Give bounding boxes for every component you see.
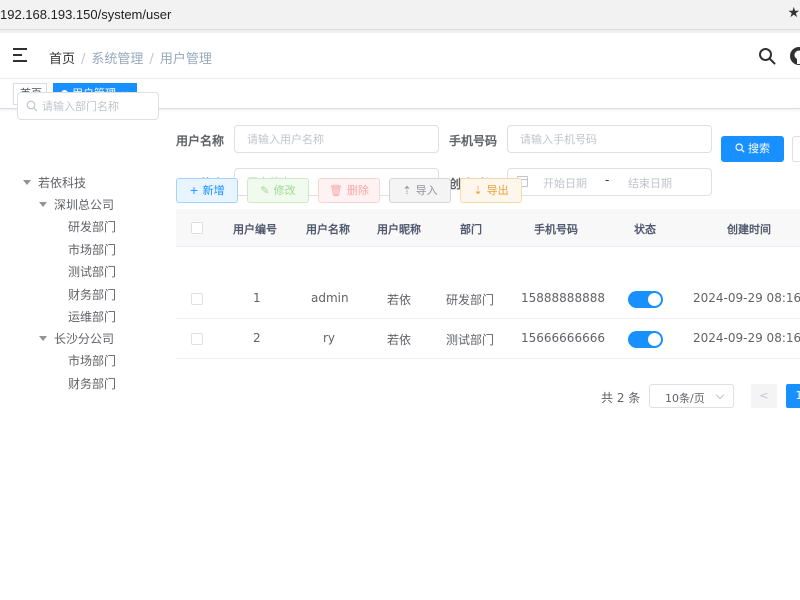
table-row: 2 ry 若依 测试部门 15666666666 2024-09-29 08:1… — [176, 319, 800, 359]
cell-user-id: 1 — [253, 291, 261, 305]
tree-node-leaf[interactable]: 市场部门 — [68, 352, 116, 369]
page-current[interactable]: 1 — [786, 384, 800, 408]
status-toggle[interactable] — [628, 331, 663, 348]
search-icon — [735, 143, 745, 153]
cell-username: ry — [323, 331, 336, 345]
page-size-select[interactable]: 10条/页 — [649, 384, 734, 408]
tree-node-leaf[interactable]: 市场部门 — [68, 241, 116, 258]
export-button[interactable]: ⇣ 导出 — [460, 178, 522, 203]
cell-created: 2024-09-29 08:16:43 — [693, 291, 800, 305]
username-field[interactable] — [247, 131, 432, 147]
caret-down-icon[interactable] — [23, 180, 31, 185]
col-dept: 部门 — [460, 223, 482, 236]
col-status: 状态 — [634, 223, 656, 236]
github-icon[interactable] — [789, 46, 800, 66]
date-end[interactable]: 结束日期 — [628, 175, 672, 191]
edit-icon: ✎ — [260, 184, 270, 197]
tree-node-changsha[interactable]: 长沙分公司 — [39, 330, 114, 347]
table-row: 1 admin 若依 研发部门 15888888888 2024-09-29 0… — [176, 279, 800, 319]
phone-input[interactable] — [507, 125, 712, 153]
breadcrumb-home[interactable]: 首页 — [49, 52, 75, 67]
date-start[interactable]: 开始日期 — [543, 175, 587, 191]
tree-node-leaf[interactable]: 测试部门 — [68, 263, 116, 280]
phone-field[interactable] — [520, 131, 705, 147]
tree-node-leaf[interactable]: 运维部门 — [68, 308, 116, 325]
breadcrumb: 首页 / 系统管理 / 用户管理 — [49, 52, 212, 67]
select-all-checkbox[interactable] — [191, 222, 203, 234]
table-header: 用户编号 用户名称 用户昵称 部门 手机号码 状态 创建时间 — [176, 209, 800, 247]
delete-button[interactable]: 🗑 删除 — [318, 178, 380, 203]
cell-username: admin — [311, 291, 349, 305]
col-username: 用户名称 — [306, 223, 350, 236]
dept-search-field[interactable] — [42, 97, 154, 115]
tree-node-root[interactable]: 若依科技 — [23, 174, 86, 191]
prev-page-button[interactable]: < — [751, 384, 777, 408]
col-nickname: 用户昵称 — [377, 223, 421, 236]
bookmark-star-icon[interactable]: ★ — [787, 5, 800, 21]
edit-button[interactable]: ✎ 修改 — [247, 178, 309, 203]
col-phone: 手机号码 — [534, 223, 578, 236]
col-user-id: 用户编号 — [233, 223, 277, 236]
hamburger-menu-icon[interactable] — [13, 48, 29, 62]
add-button[interactable]: + 新增 — [176, 178, 238, 203]
pagination-total: 共 2 条 — [601, 391, 641, 405]
dept-search-input[interactable] — [17, 92, 159, 120]
tree-node-leaf[interactable]: 研发部门 — [68, 218, 116, 235]
status-toggle[interactable] — [628, 291, 663, 308]
trash-icon: 🗑 — [329, 184, 343, 197]
cell-created: 2024-09-29 08:16:43 — [693, 331, 800, 345]
cell-dept: 测试部门 — [446, 333, 495, 347]
row-checkbox[interactable] — [191, 333, 203, 345]
tree-node-shenzhen[interactable]: 深圳总公司 — [39, 196, 114, 213]
cell-nickname: 若依 — [387, 333, 412, 347]
breadcrumb-system[interactable]: 系统管理 — [91, 52, 143, 67]
username-label: 用户名称 — [176, 134, 225, 148]
cell-nickname: 若依 — [387, 293, 412, 307]
chevron-down-icon — [715, 390, 725, 400]
date-separator: - — [605, 173, 610, 187]
tree-node-leaf[interactable]: 财务部门 — [68, 286, 116, 303]
reset-button[interactable] — [792, 136, 800, 162]
chevron-left-icon: < — [759, 389, 769, 402]
browser-url[interactable]: 192.168.193.150/system/user — [0, 7, 171, 22]
date-range-picker[interactable]: 开始日期 - 结束日期 — [507, 168, 712, 196]
phone-label: 手机号码 — [449, 134, 498, 148]
cell-phone: 15888888888 — [521, 291, 605, 305]
cell-phone: 15666666666 — [521, 331, 605, 345]
import-button[interactable]: ⇡ 导入 — [389, 178, 451, 203]
breadcrumb-user: 用户管理 — [159, 52, 212, 67]
browser-address-bar: 192.168.193.150/system/user ★ — [0, 0, 800, 30]
col-created: 创建时间 — [727, 223, 771, 236]
plus-icon: + — [189, 184, 199, 197]
row-checkbox[interactable] — [191, 293, 203, 305]
cell-dept: 研发部门 — [446, 293, 495, 307]
navbar: 首页 / 系统管理 / 用户管理 — [0, 33, 800, 79]
username-input[interactable] — [234, 125, 439, 153]
upload-icon: ⇡ — [402, 184, 412, 197]
search-button[interactable]: 搜索 — [721, 136, 784, 162]
caret-down-icon[interactable] — [39, 336, 47, 341]
search-icon[interactable] — [758, 47, 776, 65]
caret-down-icon[interactable] — [39, 202, 47, 207]
tree-node-leaf[interactable]: 财务部门 — [68, 375, 116, 392]
download-icon: ⇣ — [473, 184, 483, 197]
cell-user-id: 2 — [253, 331, 261, 345]
search-icon — [26, 100, 38, 112]
